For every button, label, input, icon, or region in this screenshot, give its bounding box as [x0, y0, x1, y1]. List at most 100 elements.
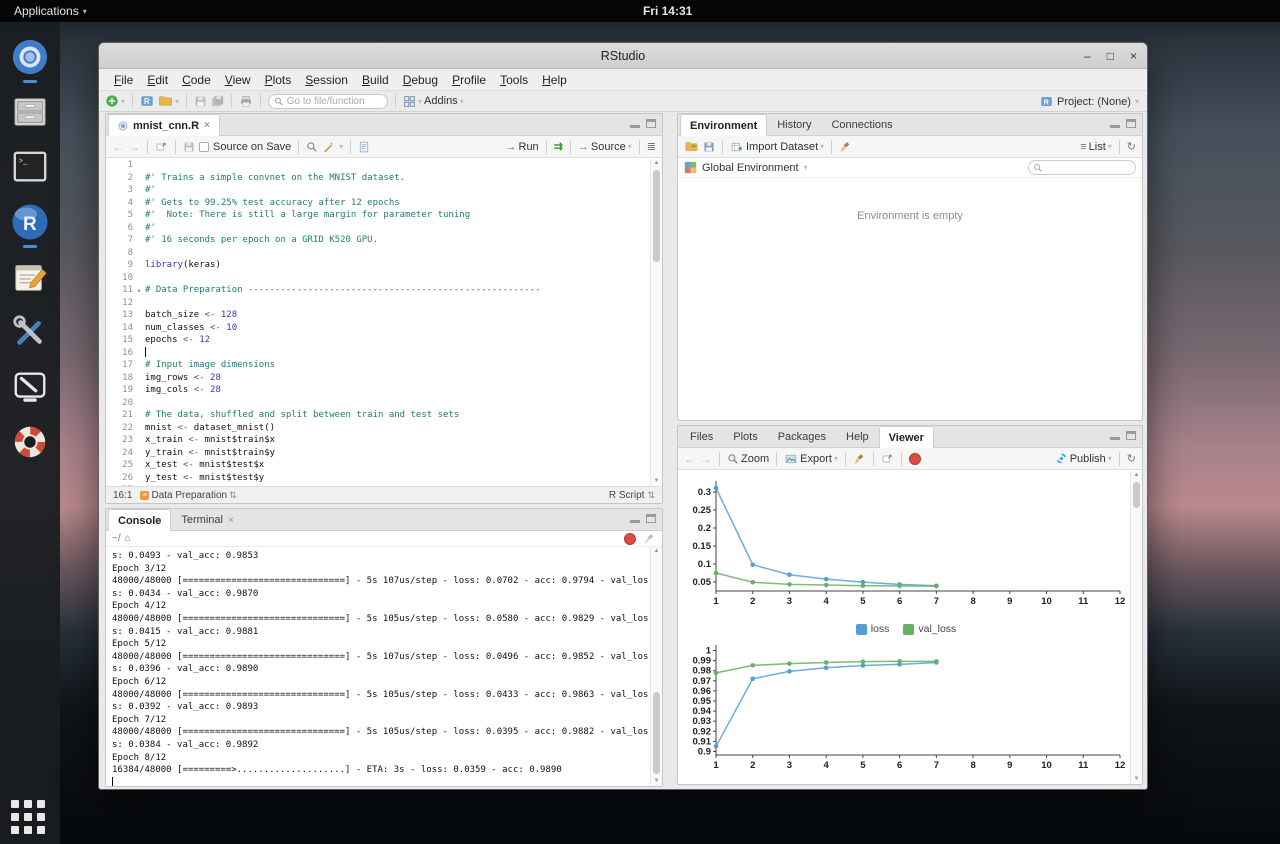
interrupt-button[interactable]	[624, 533, 636, 545]
document-outline-icon[interactable]: ≣	[647, 140, 656, 153]
legend-item-loss[interactable]: loss	[856, 623, 890, 635]
clear-viewer-broom-icon[interactable]	[853, 453, 866, 465]
scroll-down-icon[interactable]: ▼	[651, 777, 662, 786]
show-applications-button[interactable]	[11, 800, 45, 834]
console-scrollbar[interactable]: ▲ ▼	[650, 547, 662, 786]
section-navigator[interactable]: ≡ Data Preparation ⇅	[140, 490, 236, 501]
chromium-browser-icon[interactable]	[9, 36, 51, 78]
scroll-up-icon[interactable]: ▲	[1131, 471, 1142, 480]
menu-code[interactable]: Code	[175, 73, 218, 87]
legend-item-val_loss[interactable]: val_loss	[903, 623, 956, 635]
console-tab-terminal[interactable]: Terminal×	[171, 509, 243, 530]
menu-view[interactable]: View	[218, 73, 258, 87]
text-editor-icon[interactable]	[9, 256, 51, 298]
viewer-scrollbar[interactable]: ▲ ▼	[1130, 471, 1142, 784]
help-lifesaver-icon[interactable]	[9, 421, 51, 463]
save-button[interactable]	[194, 95, 207, 108]
terminal-icon[interactable]: >_	[9, 146, 51, 188]
scroll-down-icon[interactable]: ▼	[651, 477, 662, 486]
open-in-new-window-icon[interactable]	[881, 453, 894, 465]
file-type-selector[interactable]: R Script ⇅	[609, 490, 655, 501]
menu-help[interactable]: Help	[535, 73, 574, 87]
loss-chart[interactable]: 0.050.10.150.20.250.3123456789101112loss…	[682, 477, 1130, 635]
refresh-icon[interactable]: ↻	[1127, 140, 1136, 153]
open-in-new-window-icon[interactable]	[155, 141, 168, 153]
code-editor[interactable]: 12#' Trains a simple convnet on the MNIS…	[106, 159, 650, 486]
load-workspace-folder-icon[interactable]	[684, 140, 699, 153]
back-icon[interactable]: ←	[112, 140, 124, 154]
forward-icon[interactable]: →	[700, 452, 712, 466]
forward-icon[interactable]: →	[128, 140, 140, 154]
maximize-button[interactable]: □	[1107, 49, 1114, 63]
environment-search[interactable]	[1028, 160, 1136, 175]
new-file-button[interactable]: ▾	[105, 94, 125, 108]
scrollbar-thumb[interactable]	[653, 170, 660, 262]
import-dataset-button[interactable]: Import Dataset ▾	[730, 141, 824, 153]
chevron-down-icon[interactable]: ▾	[339, 142, 343, 151]
menu-plots[interactable]: Plots	[258, 73, 299, 87]
viewer-tab-help[interactable]: Help	[836, 426, 879, 447]
scroll-down-icon[interactable]: ▼	[1131, 775, 1142, 784]
maximize-pane-icon[interactable]	[646, 514, 656, 523]
menu-build[interactable]: Build	[355, 73, 396, 87]
clear-console-broom-icon[interactable]	[643, 533, 656, 545]
open-file-button[interactable]: ▾	[158, 94, 179, 108]
viewer-tab-viewer[interactable]: Viewer	[879, 426, 934, 448]
run-button[interactable]: → Run	[506, 141, 539, 153]
viewer-tab-plots[interactable]: Plots	[723, 426, 767, 447]
tab-mnist-cnn[interactable]: mnist_cnn.R ×	[108, 114, 220, 136]
stop-button[interactable]	[909, 453, 921, 465]
scrollbar-thumb[interactable]	[1133, 482, 1140, 508]
source-button[interactable]: → Source ▾	[578, 141, 632, 153]
scroll-up-icon[interactable]: ▲	[651, 547, 662, 556]
remote-viewer-icon[interactable]	[9, 366, 51, 408]
zoom-button[interactable]: Zoom	[727, 453, 769, 465]
env-tab-history[interactable]: History	[767, 114, 821, 135]
menu-tools[interactable]: Tools	[493, 73, 535, 87]
save-icon[interactable]	[183, 141, 195, 153]
menu-debug[interactable]: Debug	[396, 73, 445, 87]
rerun-icon[interactable]: ⇉	[554, 140, 563, 153]
menu-profile[interactable]: Profile	[445, 73, 493, 87]
menu-file[interactable]: File	[107, 73, 140, 87]
file-archiver-icon[interactable]	[9, 91, 51, 133]
project-selector[interactable]: R Project: (None) ▾	[1040, 91, 1139, 112]
console-output[interactable]: s: 0.0493 - val_acc: 0.9853Epoch 3/12480…	[106, 547, 650, 786]
refresh-icon[interactable]: ↻	[1127, 452, 1136, 465]
addins-button[interactable]: ▾ Addins ▾	[403, 95, 464, 108]
scrollbar-thumb[interactable]	[653, 692, 660, 774]
minimize-pane-icon[interactable]	[1110, 119, 1120, 128]
viewer-tab-packages[interactable]: Packages	[768, 426, 836, 447]
print-button[interactable]	[239, 95, 253, 108]
home-icon[interactable]: ⌂	[125, 533, 131, 544]
maximize-pane-icon[interactable]	[1126, 119, 1136, 128]
goto-file-input[interactable]	[287, 96, 382, 107]
menu-session[interactable]: Session	[298, 73, 355, 87]
chart-legend[interactable]: loss val_loss	[682, 623, 1130, 635]
menu-edit[interactable]: Edit	[140, 73, 175, 87]
export-button[interactable]: Export ▾	[784, 453, 838, 465]
env-tab-environment[interactable]: Environment	[680, 114, 767, 136]
tools-icon[interactable]	[9, 311, 51, 353]
clock[interactable]: Fri 14:31	[643, 4, 692, 18]
clear-environment-broom-icon[interactable]	[839, 141, 852, 153]
viewer-tab-files[interactable]: Files	[680, 426, 723, 447]
editor-scrollbar[interactable]: ▲ ▼	[650, 159, 662, 486]
minimize-pane-icon[interactable]	[630, 119, 640, 128]
maximize-pane-icon[interactable]	[1126, 431, 1136, 440]
r-project-icon[interactable]: R	[9, 201, 51, 243]
accuracy-chart[interactable]: 0.90.910.920.930.940.950.960.970.980.991…	[682, 641, 1130, 785]
scroll-up-icon[interactable]: ▲	[651, 159, 662, 168]
save-workspace-icon[interactable]	[703, 141, 715, 153]
source-on-save-checkbox[interactable]	[199, 142, 209, 152]
code-tools-wand-icon[interactable]	[322, 141, 335, 153]
display-mode-selector[interactable]: ≡ List ▾	[1080, 141, 1112, 153]
minimize-pane-icon[interactable]	[1110, 431, 1120, 440]
maximize-pane-icon[interactable]	[646, 119, 656, 128]
save-all-button[interactable]	[211, 95, 224, 108]
scope-label[interactable]: Global Environment	[702, 162, 799, 174]
working-directory[interactable]: ~/	[112, 533, 121, 544]
minimize-button[interactable]: –	[1084, 49, 1091, 63]
close-tab-icon[interactable]: ×	[228, 515, 234, 526]
back-icon[interactable]: ←	[684, 452, 696, 466]
